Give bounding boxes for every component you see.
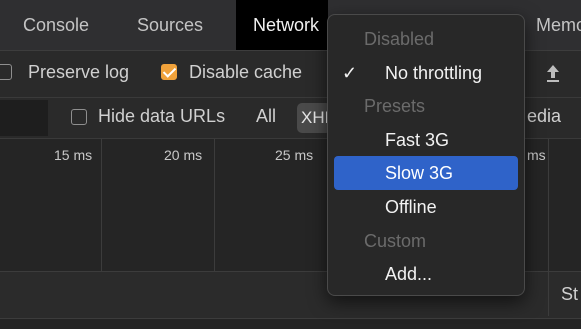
- menu-header-presets: Presets: [364, 96, 426, 116]
- tab-console[interactable]: Console: [23, 0, 89, 50]
- filter-input[interactable]: [0, 100, 48, 136]
- timeline-gridline: [548, 139, 549, 271]
- timeline-gridline: [101, 139, 102, 271]
- filter-media[interactable]: edia: [527, 106, 561, 127]
- menu-item-add[interactable]: Add...: [328, 257, 526, 291]
- disable-cache-checkbox[interactable]: [161, 64, 177, 80]
- hide-data-urls-checkbox[interactable]: [71, 109, 87, 125]
- tab-network[interactable]: Network: [236, 0, 328, 50]
- menu-item-no-throttling[interactable]: No throttling: [328, 56, 526, 90]
- throttling-dropdown-menu: Disabled ✓ No throttling Presets Fast 3G…: [327, 14, 525, 296]
- tab-sources[interactable]: Sources: [137, 0, 203, 50]
- timeline-tick-label: ms: [527, 147, 546, 163]
- preserve-log-checkbox[interactable]: [0, 64, 12, 80]
- timeline-tick-label: 15 ms: [54, 147, 93, 163]
- menu-item-fast-3g[interactable]: Fast 3G: [328, 123, 526, 157]
- filter-xhr[interactable]: XHR: [297, 103, 331, 133]
- upload-arrow-icon[interactable]: [540, 60, 566, 86]
- tab-memory[interactable]: Memo: [536, 0, 581, 50]
- filter-all[interactable]: All: [256, 106, 276, 127]
- upload-arrow-icon-svg: [547, 65, 559, 82]
- menu-item-offline[interactable]: Offline: [328, 190, 526, 224]
- menu-item-slow-3g[interactable]: Slow 3G: [334, 156, 518, 190]
- timeline-tick-label: 20 ms: [164, 147, 203, 163]
- timeline-tick-label: 25 ms: [275, 147, 314, 163]
- timeline-gridline: [214, 139, 215, 271]
- disable-cache-label[interactable]: Disable cache: [189, 62, 302, 83]
- menu-header-disabled: Disabled: [364, 29, 435, 49]
- menu-header-custom: Custom: [364, 231, 427, 251]
- preserve-log-label[interactable]: Preserve log: [28, 62, 129, 83]
- grid-column-divider: [548, 272, 549, 316]
- status-column-header[interactable]: St: [561, 284, 578, 305]
- hide-data-urls-label[interactable]: Hide data URLs: [98, 106, 225, 127]
